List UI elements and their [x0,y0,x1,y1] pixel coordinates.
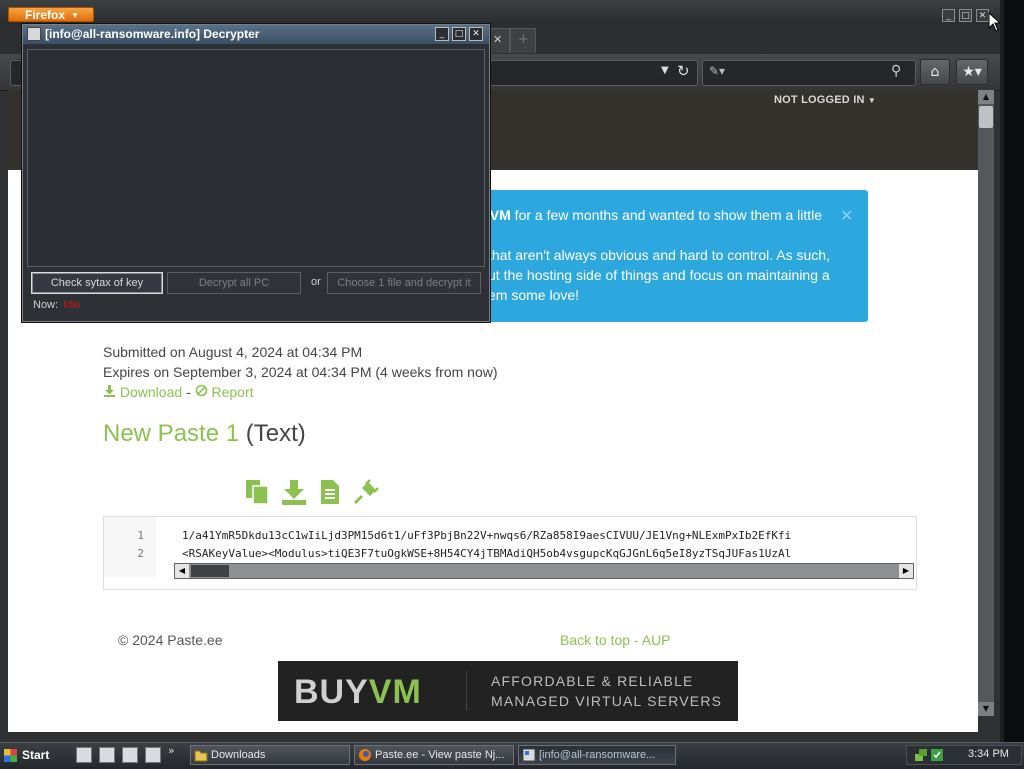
home-button[interactable]: ⌂ [920,59,950,85]
notice-line-1: for a few months and wanted to show them… [510,207,823,223]
close-icon[interactable]: ✕ [840,206,853,226]
tab-close-icon[interactable]: ✕ [488,28,510,53]
paste-name: New Paste 1 [103,420,240,447]
line-number: 2 [137,547,144,560]
copy-icon[interactable] [244,478,272,506]
chevron-down-icon: ▼ [71,11,79,20]
quicklaunch-app-icon[interactable] [145,747,161,763]
home-icon: ⌂ [930,64,940,80]
quicklaunch-more[interactable]: » [168,744,175,757]
paste-type: (Text) [245,420,306,447]
line-number: 1 [137,529,144,542]
status-value: Idle [63,299,81,311]
firefox-icon [359,749,371,761]
divider [466,671,467,711]
notice-line-4: em some love! [488,287,580,303]
window-title: [info@all-ransomware.info] Decrypter [45,27,260,41]
quicklaunch-app-icon[interactable] [99,747,115,763]
taskbar-item-firefox[interactable]: Paste.ee - View paste Nj... [354,745,514,765]
code-line: <RSAKeyValue><Modulus>tiQE3F7tuOgkWSE+8H… [182,547,792,560]
scrollbar-thumb[interactable] [191,565,229,577]
copyright: © 2024 Paste.ee [118,632,223,648]
dropdown-icon[interactable]: ▼ [661,65,669,76]
report-icon [195,384,207,397]
back-to-top-link[interactable]: Back to top [560,632,630,648]
clock: 3:34 PM [968,748,1009,760]
code-viewer[interactable]: 1 1/a41YmR5Dkdu13cC1wIiLjd3PM15d6t1/uFf3… [103,516,917,590]
account-status: NOT LOGGED IN [774,94,865,106]
folder-icon [194,750,208,762]
search-engine-icon[interactable]: ✎▾ [709,64,725,78]
download-icon [104,385,115,397]
submitted-date: Submitted on August 4, 2024 at 04:34 PM [103,344,363,360]
check-syntax-button[interactable]: Check sytax of key [31,272,163,294]
status-label: Now: [33,299,59,311]
separator: - [186,384,191,400]
firefox-titlebar [0,0,1000,24]
aup-link[interactable]: AUP [642,632,671,648]
network-icon[interactable] [914,748,928,762]
paste-title: New Paste 1 (Text) [103,420,306,448]
banner-tagline: AFFORDABLE & RELIABLE [491,673,694,689]
footer-links: Back to top - AUP [560,632,671,648]
decrypter-window: [info@all-ransomware.info] Decrypter _ □… [22,24,490,322]
notice-line-2: that aren't always obvious and hard to c… [488,247,830,263]
paste-actions: Download - Report [103,384,254,400]
close-button[interactable]: ✕ [469,27,483,41]
bookmark-star-icon: ★▾ [962,64,982,80]
maximize-button[interactable]: □ [959,9,972,22]
maximize-button[interactable]: □ [452,27,466,41]
scroll-right-icon[interactable]: ▶ [899,564,913,578]
plug-icon[interactable] [352,478,380,506]
taskbar-item-downloads[interactable]: Downloads [190,745,350,765]
separator: - [633,632,639,648]
search-bar[interactable]: ✎▾ ⚲ [702,60,916,86]
firefox-menu-button[interactable]: Firefox ▼ [8,7,94,22]
page-vertical-scrollbar[interactable]: ▲ ▼ [978,90,994,716]
plus-icon: + [518,32,529,47]
buyvm-logo: BUYVM [294,673,422,711]
reload-icon[interactable]: ↻ [677,62,690,80]
decrypt-file-button[interactable]: Choose 1 file and decrypt it [327,272,481,294]
bookmarks-button[interactable]: ★▾ [956,59,988,85]
search-icon[interactable]: ⚲ [891,63,901,79]
download-icon[interactable] [280,478,308,506]
scroll-down-icon[interactable]: ▼ [978,702,994,716]
decrypt-all-button[interactable]: Decrypt all PC [167,272,301,294]
taskbar-item-decrypter[interactable]: [info@all-ransomware... [518,745,676,765]
scroll-left-icon[interactable]: ◀ [175,564,189,578]
app-window-icon [522,748,536,762]
or-label: or [311,276,321,288]
mouse-cursor-icon [988,12,1000,32]
firefox-menu-label: Firefox [25,8,66,22]
quicklaunch-app-icon[interactable] [76,747,92,763]
scroll-up-icon[interactable]: ▲ [978,90,994,104]
start-button[interactable]: Start [2,746,56,764]
code-line: 1/a41YmR5Dkdu13cC1wIiLjd3PM15d6t1/uFf3Pb… [182,529,792,542]
minimize-button[interactable]: _ [435,27,449,41]
new-tab-button[interactable]: + [510,28,536,53]
security-icon[interactable] [930,748,944,762]
minimize-button[interactable]: _ [942,9,955,22]
horizontal-scrollbar[interactable]: ◀ ▶ [174,563,914,579]
notice-line-3: ut the hosting side of things and focus … [488,267,830,283]
chevron-down-icon: ▼ [867,96,876,105]
download-link[interactable]: Download [103,384,182,400]
scrollbar-thumb[interactable] [979,106,993,128]
banner-tagline: MANAGED VIRTUAL SERVERS [491,693,723,709]
key-input-area[interactable] [27,49,485,267]
account-menu[interactable]: NOT LOGGED IN ▼ [774,94,876,106]
app-icon [27,27,41,41]
buyvm-ad-banner[interactable]: BUYVM AFFORDABLE & RELIABLE MANAGED VIRT… [278,661,738,721]
decrypter-titlebar: [info@all-ransomware.info] Decrypter _ □… [23,25,489,44]
quicklaunch-app-icon[interactable] [122,747,138,763]
report-link[interactable]: Report [195,384,254,400]
expires-date: Expires on September 3, 2024 at 04:34 PM… [103,364,498,380]
document-icon[interactable] [316,478,344,506]
